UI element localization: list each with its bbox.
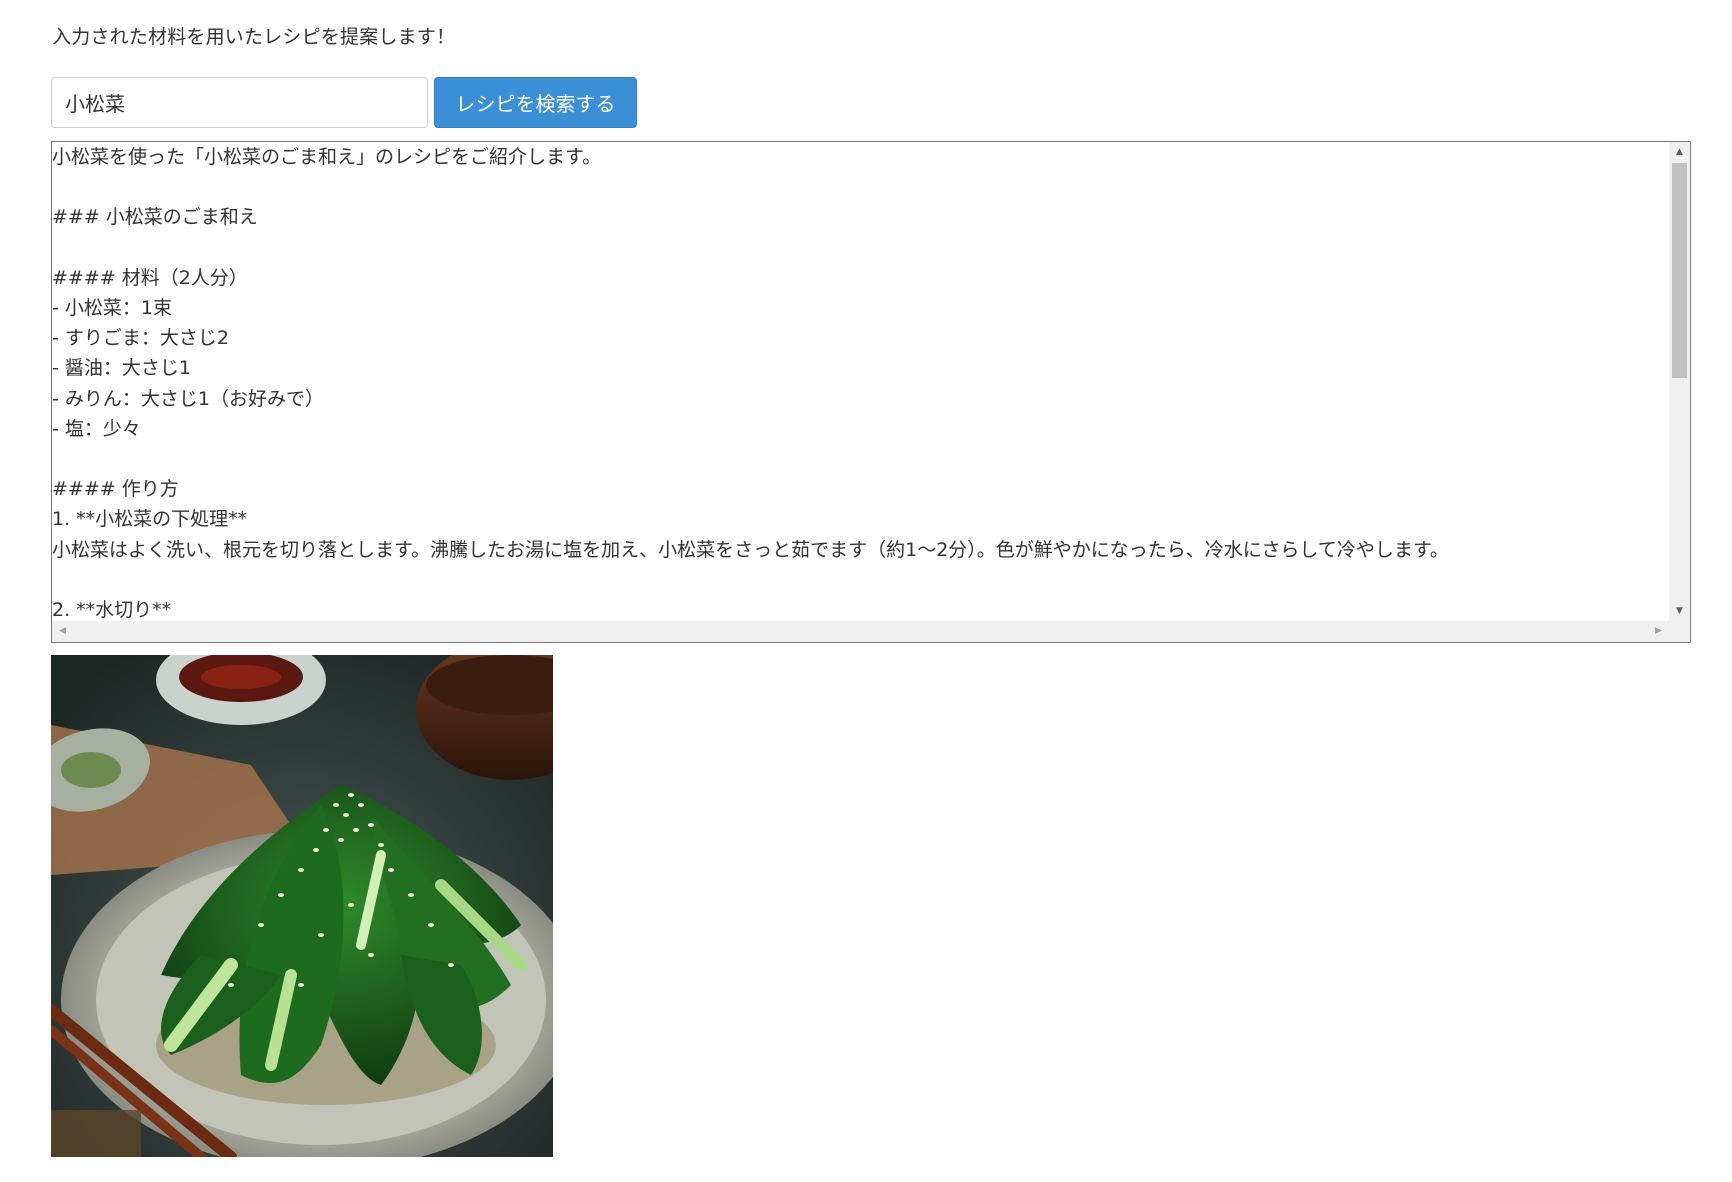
recipe-photo [51, 655, 553, 1157]
search-recipe-button[interactable]: レシピを検索する [434, 77, 637, 128]
search-form: レシピを検索する [51, 77, 637, 128]
horizontal-scrollbar[interactable]: ◀ ▶ [52, 621, 1669, 642]
intro-text: 入力された材料を用いたレシピを提案します！ [52, 26, 456, 48]
scroll-up-arrow-icon[interactable]: ▲ [1669, 142, 1690, 162]
scroll-left-arrow-icon[interactable]: ◀ [52, 621, 73, 642]
recipe-result-textarea[interactable]: 小松菜を使った「小松菜のごま和え」のレシピをご紹介します。 ### 小松菜のごま… [51, 141, 1691, 643]
ingredient-input[interactable] [51, 77, 428, 128]
scrollbar-corner [1669, 621, 1690, 642]
scroll-down-arrow-icon[interactable]: ▼ [1669, 601, 1690, 621]
recipe-page: 入力された材料を用いたレシピを提案します！ レシピを検索する 小松菜を使った「小… [0, 0, 1732, 1182]
scroll-right-arrow-icon[interactable]: ▶ [1648, 621, 1669, 642]
vertical-scrollbar[interactable]: ▲ ▼ [1669, 142, 1690, 621]
vertical-scroll-thumb[interactable] [1672, 163, 1687, 378]
recipe-result-text: 小松菜を使った「小松菜のごま和え」のレシピをご紹介します。 ### 小松菜のごま… [52, 146, 1449, 620]
